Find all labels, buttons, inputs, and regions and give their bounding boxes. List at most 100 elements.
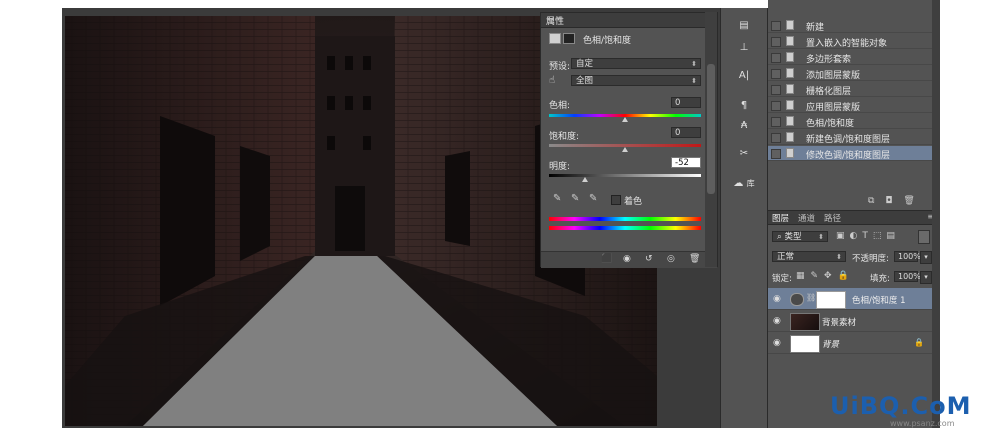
- layer-row-background[interactable]: ◉ 背景 🔒: [768, 332, 933, 354]
- visibility-eye-icon[interactable]: ◎: [667, 254, 675, 264]
- cloud-icon: ☁: [733, 178, 744, 189]
- chevron-updown-icon: ⬍: [818, 233, 824, 241]
- reset-icon[interactable]: ↺: [645, 254, 653, 264]
- history-item[interactable]: 应用图层蒙版: [768, 98, 933, 113]
- watermark-logo: UiBQ.CoM: [830, 392, 972, 420]
- history-scrollbar[interactable]: [932, 0, 940, 210]
- lock-icons[interactable]: ▦✎✥🔒: [796, 271, 855, 281]
- adjustment-layer-icon: [790, 293, 804, 306]
- history-item[interactable]: 多边形套索: [768, 50, 933, 65]
- hue-slider-thumb[interactable]: [622, 117, 628, 122]
- tab-layers[interactable]: 图层: [772, 212, 789, 224]
- align-panel-icon[interactable]: ⊥: [721, 42, 767, 62]
- character-panel-icon[interactable]: A|: [721, 70, 767, 90]
- tab-paths[interactable]: 路径: [824, 212, 841, 224]
- history-item-label: 修改色调/饱和度图层: [806, 151, 891, 161]
- fill-input[interactable]: 100%: [894, 271, 921, 282]
- lightness-value-input[interactable]: -52: [671, 157, 701, 168]
- panel-menu-icon[interactable]: ◂◂ ≡: [546, 14, 713, 23]
- eye-icon[interactable]: ◉: [773, 338, 781, 348]
- history-source-checkbox[interactable]: [771, 133, 781, 143]
- adjustment-name: 色相/饱和度: [583, 36, 632, 46]
- layer-thumbnail: [790, 313, 820, 331]
- history-item[interactable]: 色相/饱和度: [768, 114, 933, 129]
- channel-select[interactable]: 全图 ⬍: [571, 75, 701, 86]
- history-panel[interactable]: 新建 置入嵌入的智能对象 多边形套索添加图层蒙版 栅格化图层 应用图层蒙版 色相/饱和度新…: [768, 0, 938, 210]
- layer-filter-select[interactable]: ⌕ 类型 ⬍: [772, 231, 828, 242]
- view-previous-icon[interactable]: ◉: [623, 254, 631, 264]
- lightness-slider-thumb[interactable]: [582, 177, 589, 182]
- properties-bottom-bar: ⬛ ◉ ↺ ◎ 🗑: [541, 251, 717, 268]
- layer-name: 背景: [822, 340, 840, 350]
- filter-toggle-switch[interactable]: [918, 230, 930, 244]
- saturation-slider-thumb[interactable]: [622, 147, 628, 152]
- history-panel-icon[interactable]: ▤: [721, 20, 767, 40]
- history-item[interactable]: 修改色调/饱和度图层: [768, 146, 933, 161]
- watermark-url: www.psanz.com: [890, 419, 955, 428]
- tab-channels[interactable]: 通道: [798, 212, 815, 224]
- document-icon: [786, 20, 794, 30]
- history-source-checkbox[interactable]: [771, 21, 781, 31]
- properties-titlebar[interactable]: 属性 ◂◂ ≡: [541, 13, 717, 28]
- colorize-label: 着色: [624, 197, 643, 207]
- lightness-slider-track[interactable]: [549, 174, 701, 177]
- saturation-value-input[interactable]: 0: [671, 127, 701, 138]
- layer-row-background-material[interactable]: ◉ 背景素材: [768, 310, 933, 332]
- history-source-checkbox[interactable]: [771, 149, 781, 159]
- snapshot-camera-icon[interactable]: ◘: [885, 196, 892, 206]
- chevron-updown-icon: ⬍: [691, 60, 697, 68]
- history-item-label: 添加图层蒙版: [806, 71, 861, 81]
- trash-icon[interactable]: 🗑: [689, 254, 700, 264]
- mask-icon[interactable]: [563, 33, 575, 44]
- opacity-input[interactable]: 100%: [894, 251, 921, 262]
- document-icon: [786, 84, 794, 94]
- blend-mode-select[interactable]: 正常 ⬍: [772, 251, 846, 262]
- lightness-label: 明度:: [549, 162, 571, 172]
- eye-icon[interactable]: ◉: [773, 316, 781, 326]
- history-source-checkbox[interactable]: [771, 37, 781, 47]
- history-source-checkbox[interactable]: [771, 69, 781, 79]
- scrollbar-thumb[interactable]: [707, 64, 715, 194]
- preset-select[interactable]: 自定 ⬍: [571, 58, 701, 69]
- colorize-checkbox[interactable]: [611, 195, 621, 205]
- hue-label: 色相:: [549, 101, 571, 111]
- clip-to-layer-icon[interactable]: ⬛: [601, 254, 612, 264]
- eyedropper-minus-icon[interactable]: ✎: [589, 193, 597, 204]
- document-icon: [786, 148, 794, 158]
- history-source-checkbox[interactable]: [771, 117, 781, 127]
- link-chain-icon[interactable]: ⛓: [806, 293, 816, 302]
- document-icon: [786, 52, 794, 62]
- layers-tabbar: 图层 通道 路径 ≡: [768, 211, 938, 225]
- properties-scrollbar[interactable]: [705, 12, 717, 267]
- libraries-panel-icon[interactable]: ☁ 库: [721, 178, 767, 198]
- eyedropper-icon[interactable]: ✎: [553, 193, 561, 204]
- history-item[interactable]: 添加图层蒙版: [768, 66, 933, 81]
- trash-icon[interactable]: 🗑: [903, 196, 914, 206]
- opacity-dropdown-icon[interactable]: ▾: [920, 251, 932, 264]
- history-item[interactable]: 新建色调/饱和度图层: [768, 130, 933, 145]
- opacity-label: 不透明度:: [852, 254, 889, 264]
- paragraph-panel-icon[interactable]: ¶: [721, 100, 767, 120]
- layer-filter-icons[interactable]: ▣◐T⬚▤: [836, 231, 900, 241]
- history-item[interactable]: 置入嵌入的智能对象: [768, 34, 933, 49]
- layer-name: 色相/饱和度 1: [852, 296, 906, 306]
- hue-value-input[interactable]: 0: [671, 97, 701, 108]
- layer-row-hue-saturation[interactable]: ◉ ⛓ 色相/饱和度 1: [768, 288, 933, 310]
- adjustment-icon: [549, 33, 561, 44]
- history-item[interactable]: 新建: [768, 18, 933, 33]
- history-source-checkbox[interactable]: [771, 101, 781, 111]
- fill-dropdown-icon[interactable]: ▾: [920, 271, 932, 284]
- character-styles-icon[interactable]: ₳: [721, 120, 767, 140]
- layer-mask-thumbnail[interactable]: [816, 291, 846, 309]
- eyedropper-plus-icon[interactable]: ✎: [571, 193, 579, 204]
- hand-targeted-adjust-icon[interactable]: ☝: [549, 75, 555, 86]
- history-item[interactable]: 栅格化图层: [768, 82, 933, 97]
- filter-type-value: 类型: [784, 232, 802, 242]
- new-document-from-state-icon[interactable]: ⧉: [868, 196, 874, 206]
- search-icon: ⌕: [777, 232, 782, 242]
- history-source-checkbox[interactable]: [771, 85, 781, 95]
- history-source-checkbox[interactable]: [771, 53, 781, 63]
- tool-presets-icon[interactable]: ✂: [721, 148, 767, 168]
- properties-panel[interactable]: 属性 ◂◂ ≡ 色相/饱和度 预设: 自定 ⬍ ☝ 全图 ⬍ 色相: 0 饱和度…: [540, 12, 718, 268]
- eye-icon[interactable]: ◉: [773, 294, 781, 304]
